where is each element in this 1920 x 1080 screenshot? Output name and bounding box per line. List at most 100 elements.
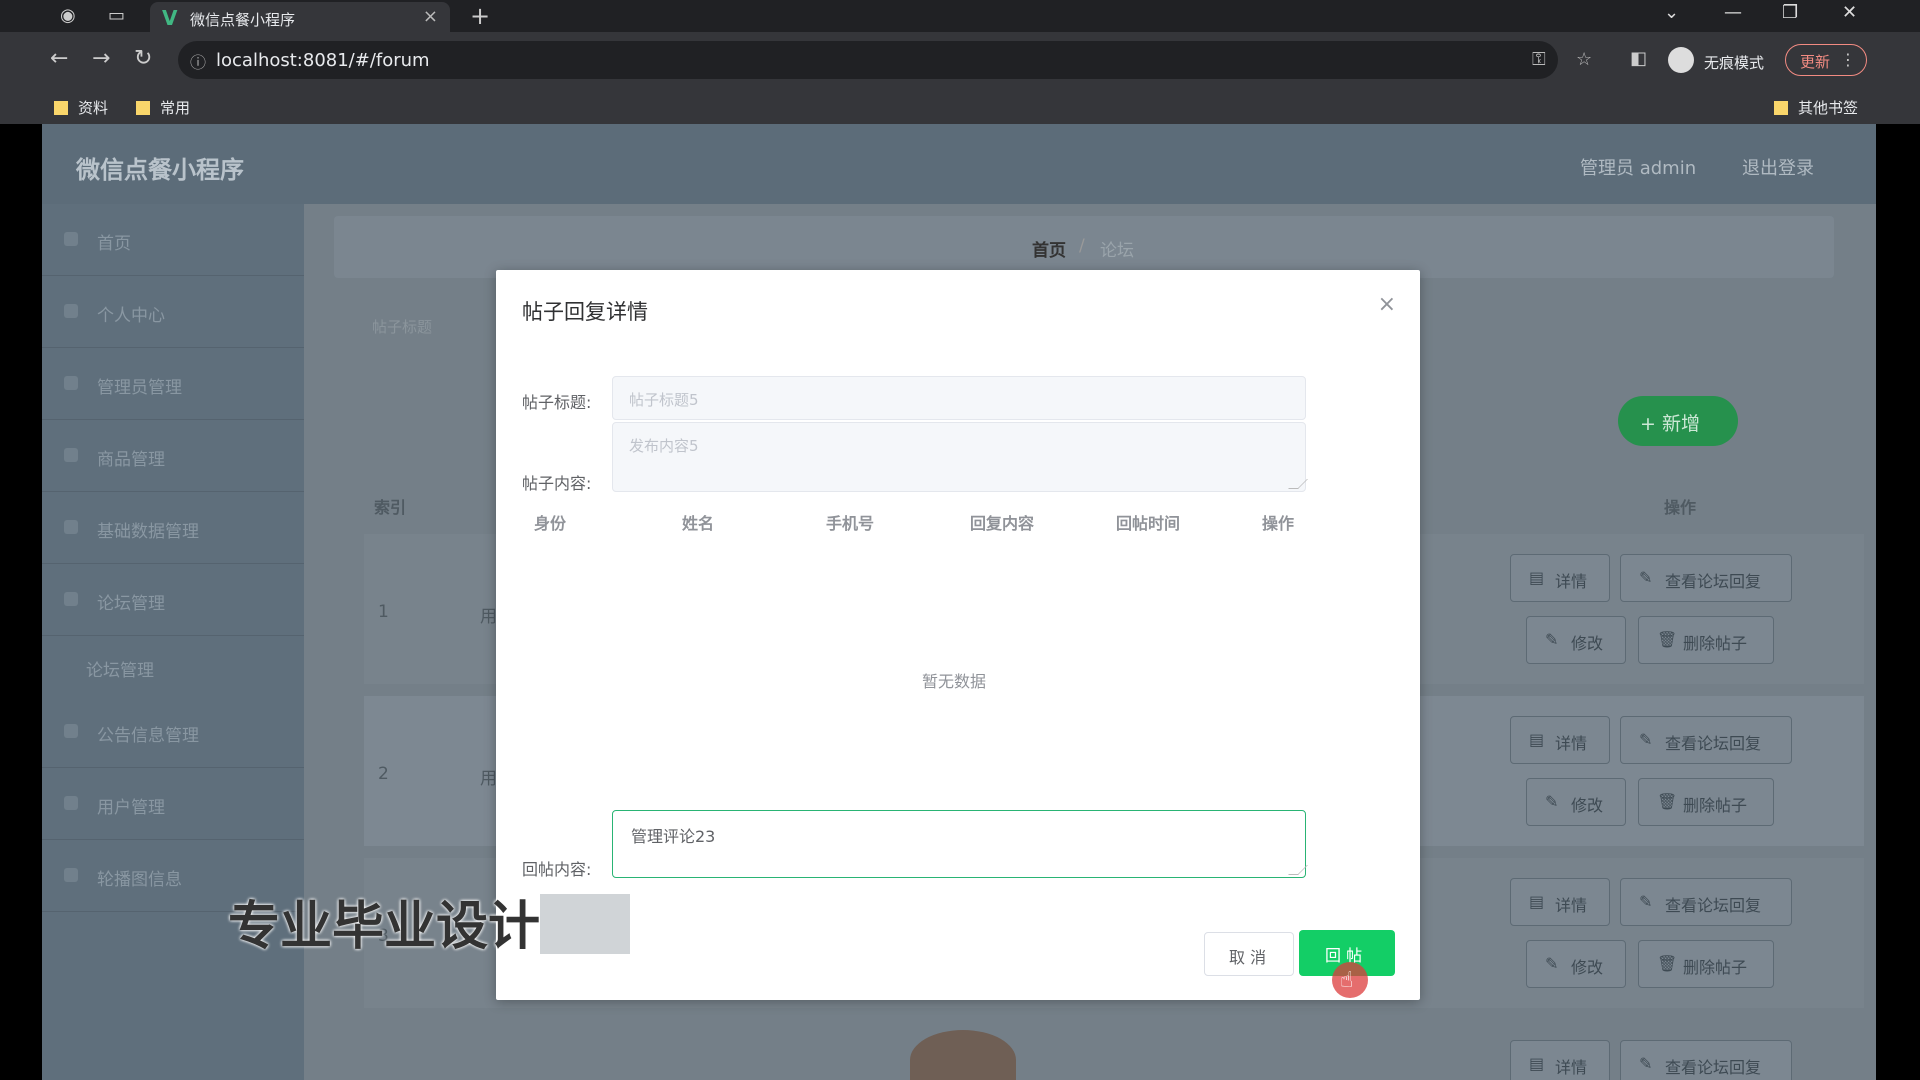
post-title-input: 帖子标题5: [612, 376, 1306, 420]
reply-content-label: 回帖内容:: [522, 860, 592, 879]
detail-button[interactable]: ▤ 详情: [1510, 878, 1610, 926]
sidebar-item-home[interactable]: 首页: [42, 204, 304, 276]
sidebar-subitem-forum[interactable]: 论坛管理: [42, 636, 304, 696]
reply-content-textarea[interactable]: 管理评论23: [612, 810, 1308, 878]
home-icon: [64, 232, 78, 246]
cancel-button[interactable]: 取 消: [1204, 932, 1294, 976]
table-header-actions: 操作: [1262, 514, 1295, 533]
detail-button[interactable]: ▤ 详情: [1510, 554, 1610, 602]
minimize-icon[interactable]: —: [1724, 2, 1742, 23]
table-header-reply-time: 回帖时间: [1116, 514, 1181, 533]
resize-handle-icon[interactable]: [1288, 865, 1308, 875]
sidebar-item-label: 首页: [97, 234, 131, 254]
key-icon[interactable]: ⚿: [1532, 49, 1546, 70]
search-input[interactable]: 帖子标题: [372, 316, 432, 337]
post-content-textarea: 发布内容5: [612, 422, 1308, 492]
table-header-name: 姓名: [682, 514, 715, 533]
trash-icon: 🗑: [1657, 792, 1678, 811]
avatar: [910, 1030, 1016, 1080]
sidebar-item-basic-data[interactable]: 基础数据管理: [42, 492, 304, 564]
admin-icon: [64, 376, 78, 390]
delete-post-button[interactable]: 🗑 删除帖子: [1638, 940, 1774, 988]
notice-icon: [64, 724, 78, 738]
reply-content-value: 管理评论23: [631, 827, 716, 846]
browser-logo-icon: ◉: [60, 5, 76, 26]
document-icon: ▤: [1529, 568, 1545, 587]
back-icon[interactable]: ←: [50, 46, 68, 71]
sidebar-item-label: 基础数据管理: [97, 522, 199, 542]
reply-detail-dialog: 帖子回复详情 × 帖子标题: 帖子标题5 帖子内容: 发布内容5 身份 姓名 手…: [496, 270, 1420, 1000]
view-replies-button[interactable]: ✎ 查看论坛回复: [1620, 1040, 1792, 1080]
user-icon: [64, 304, 78, 318]
add-button[interactable]: + 新增: [1618, 396, 1738, 446]
breadcrumb-home[interactable]: 首页: [1032, 236, 1066, 261]
edit-icon: ✎: [1639, 730, 1653, 749]
sidebar-item-label: 商品管理: [97, 450, 165, 470]
other-bookmarks[interactable]: 其他书签: [1774, 97, 1858, 118]
edit-icon: ✎: [1545, 630, 1559, 649]
chevron-down-icon[interactable]: ⌄: [1664, 2, 1679, 23]
vue-favicon-icon: V: [162, 6, 178, 30]
sidebar-item-products[interactable]: 商品管理: [42, 420, 304, 492]
browser-toolbar: ← → ↻ ⓘ localhost:8081/#/forum ⚿ ☆ ◧ 无痕模…: [0, 32, 1920, 88]
hand-cursor-icon: ☝: [1340, 968, 1354, 993]
sidebar-item-label: 论坛管理: [97, 594, 165, 614]
sidebar-item-admins[interactable]: 管理员管理: [42, 348, 304, 420]
incognito-indicator[interactable]: 无痕模式: [1668, 41, 1768, 79]
column-header-actions: 操作: [1664, 498, 1697, 517]
resize-handle-icon[interactable]: [1288, 479, 1308, 489]
goods-icon: [64, 448, 78, 462]
edit-button[interactable]: ✎ 修改: [1526, 616, 1626, 664]
document-icon: ▤: [1529, 730, 1545, 749]
watermark: 专业毕业设计: [228, 884, 631, 959]
sidebar-item-forum[interactable]: 论坛管理: [42, 564, 304, 636]
view-replies-button[interactable]: ✎ 查看论坛回复: [1620, 554, 1792, 602]
info-icon[interactable]: ⓘ: [190, 49, 206, 73]
detail-label: 详情: [1555, 896, 1588, 915]
view-replies-label: 查看论坛回复: [1665, 572, 1762, 591]
sidebar-icon[interactable]: ◧: [1630, 48, 1647, 69]
edit-button[interactable]: ✎ 修改: [1526, 778, 1626, 826]
window-tab-icon[interactable]: ▭: [108, 5, 125, 26]
reload-icon[interactable]: ↻: [134, 46, 152, 71]
close-tab-icon[interactable]: ×: [423, 6, 438, 27]
detail-button[interactable]: ▤ 详情: [1510, 1040, 1610, 1080]
edit-icon: ✎: [1545, 954, 1559, 973]
close-window-icon[interactable]: ✕: [1842, 2, 1857, 23]
delete-post-button[interactable]: 🗑 删除帖子: [1638, 778, 1774, 826]
update-button[interactable]: 更新 ⋮: [1785, 44, 1867, 76]
document-icon: ▤: [1529, 1054, 1545, 1073]
menu-dots-icon[interactable]: ⋮: [1840, 50, 1856, 69]
table-header-identity: 身份: [534, 514, 567, 533]
detail-button[interactable]: ▤ 详情: [1510, 716, 1610, 764]
browser-tab[interactable]: V 微信点餐小程序 ×: [150, 2, 450, 32]
folder-icon: [54, 101, 68, 115]
view-replies-button[interactable]: ✎ 查看论坛回复: [1620, 716, 1792, 764]
screen: ◉ ▭ V 微信点餐小程序 × + ⌄ — ❐ ✕ ← → ↻ ⓘ localh…: [0, 0, 1920, 1080]
sidebar-item-profile[interactable]: 个人中心: [42, 276, 304, 348]
row-cell: 用: [480, 607, 497, 627]
app-brand: 微信点餐小程序: [76, 156, 244, 184]
app-header: 微信点餐小程序 管理员 admin 退出登录: [42, 124, 1876, 204]
edit-button[interactable]: ✎ 修改: [1526, 940, 1626, 988]
logout-link[interactable]: 退出登录: [1742, 154, 1814, 180]
post-content-placeholder: 发布内容5: [629, 437, 699, 455]
address-bar[interactable]: ⓘ localhost:8081/#/forum ⚿ ☆: [178, 41, 1592, 79]
tab-title: 微信点餐小程序: [190, 11, 296, 29]
star-icon[interactable]: ☆: [1576, 49, 1592, 70]
restore-icon[interactable]: ❐: [1782, 2, 1798, 23]
detail-label: 详情: [1555, 734, 1588, 753]
sidebar-item-label: 个人中心: [97, 306, 165, 326]
forward-icon[interactable]: →: [92, 46, 110, 71]
update-label: 更新: [1800, 53, 1831, 71]
sidebar-item-notices[interactable]: 公告信息管理: [42, 696, 304, 768]
sidebar-item-users[interactable]: 用户管理: [42, 768, 304, 840]
edit-icon: ✎: [1639, 892, 1653, 911]
view-replies-button[interactable]: ✎ 查看论坛回复: [1620, 878, 1792, 926]
bookmark-folder-1[interactable]: 资料: [54, 97, 108, 118]
delete-post-button[interactable]: 🗑 删除帖子: [1638, 616, 1774, 664]
dialog-title: 帖子回复详情: [522, 300, 648, 324]
new-tab-icon[interactable]: +: [470, 2, 490, 30]
close-icon[interactable]: ×: [1378, 292, 1396, 317]
bookmark-folder-2[interactable]: 常用: [136, 97, 190, 118]
